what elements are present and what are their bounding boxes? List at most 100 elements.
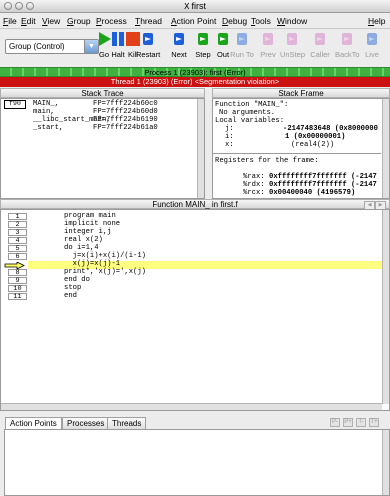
- menu-edit[interactable]: Edit: [21, 16, 36, 26]
- next-label: Next: [171, 50, 187, 59]
- next-thread-button[interactable]: T+: [369, 418, 379, 427]
- line-number-box[interactable]: 1: [8, 213, 27, 220]
- process-status-bar[interactable]: Process 1 (23903): first (Error): [0, 67, 390, 77]
- line-number-box[interactable]: 10: [8, 285, 27, 292]
- local-var-name: i:: [225, 133, 234, 141]
- stack-frames-list: MAIN_, FP=7fff224b60c0 main, FP=7fff224b60…: [31, 100, 158, 148]
- window-title: Xfirst: [0, 1, 390, 11]
- registers-label: Registers for the frame:: [215, 157, 319, 165]
- stack-frame-function: main,: [33, 108, 55, 116]
- menu-tools[interactable]: Tools: [251, 16, 271, 26]
- source-line[interactable]: j=x(i)+x(i)/(i-1): [64, 252, 146, 260]
- local-var-value[interactable]: (real4(2)): [291, 141, 334, 149]
- menu-help[interactable]: Help: [368, 16, 385, 26]
- menu-file[interactable]: File: [3, 16, 17, 26]
- prev-thread-button[interactable]: T-: [356, 418, 366, 427]
- tab-processes[interactable]: Processes: [62, 417, 110, 429]
- prev-icon: [260, 31, 276, 47]
- source-line[interactable]: stop: [64, 284, 81, 292]
- process-status-text: Process 1 (23903): first (Error): [144, 68, 246, 77]
- source-line[interactable]: print*,'x(j)=',x(j): [64, 268, 146, 276]
- no-arguments-text: No arguments.: [219, 109, 276, 117]
- line-number-box[interactable]: 9: [8, 277, 27, 284]
- prev-process-button[interactable]: P-: [330, 418, 340, 427]
- restart-button[interactable]: Restart: [136, 31, 160, 65]
- caller-icon: [312, 31, 328, 47]
- source-line[interactable]: do i=1,4: [64, 244, 99, 252]
- next-process-button[interactable]: P+: [343, 418, 353, 427]
- backto-icon: [339, 31, 355, 47]
- local-var-value[interactable]: 1 (0x00000001): [285, 133, 345, 141]
- local-var-name: x:: [225, 141, 234, 149]
- menu-process[interactable]: Process: [96, 16, 127, 26]
- stack-trace-pane: f90 MAIN_, FP=7fff224b60c0 main, FP=7fff22…: [0, 98, 205, 199]
- register-name: %rax:: [243, 173, 265, 181]
- stack-trace-scrollbar[interactable]: [197, 99, 204, 198]
- register-value[interactable]: 0xffffffff7fffffff (-2147: [269, 181, 377, 189]
- next-button[interactable]: Next: [167, 31, 191, 65]
- stack-frame-pointer: FP=7fff224b6190: [93, 116, 158, 124]
- unstep-button[interactable]: UnStep: [280, 31, 305, 65]
- menu-group[interactable]: Group: [67, 16, 91, 26]
- stack-frame-pane: Function "MAIN_": No arguments. Local va…: [212, 98, 390, 199]
- source-header: Function MAIN_ in first.f ◀ ▶: [0, 199, 390, 210]
- tab-action-points[interactable]: Action Points: [5, 417, 62, 429]
- line-number-box[interactable]: 4: [8, 237, 27, 244]
- register-value[interactable]: 0xffffffff7fffffff (-2147: [269, 173, 377, 181]
- source-line[interactable]: implicit none: [64, 220, 120, 228]
- source-line[interactable]: end: [64, 292, 77, 300]
- step-icon: [195, 31, 211, 47]
- thread-status-text: Thread 1 (23903) (Error) <Segmentation v…: [110, 77, 280, 86]
- local-var-value[interactable]: -2147483648 (0x8000000: [283, 125, 378, 133]
- run-to-button[interactable]: Run To: [230, 31, 254, 65]
- stack-frame-pointer: FP=7fff224b60d0: [93, 108, 158, 116]
- frame-divider: [213, 153, 381, 154]
- stack-frame-scrollbar[interactable]: [382, 99, 389, 198]
- source-line[interactable]: end do: [64, 276, 90, 284]
- source-line[interactable]: program main: [64, 212, 116, 220]
- tab-threads[interactable]: Threads: [107, 417, 147, 429]
- caller-button[interactable]: Caller: [308, 31, 332, 65]
- menu-bar: File Edit View Group Process Thread Acti…: [0, 13, 390, 29]
- source-line[interactable]: integer i,j: [64, 228, 111, 236]
- register-name: %rcx:: [243, 189, 265, 197]
- line-number-box[interactable]: 3: [8, 229, 27, 236]
- stack-frame-pointer: FP=7fff224b60c0: [93, 100, 158, 108]
- window-title-text: first: [191, 1, 206, 11]
- stack-frame-function: _start,: [33, 124, 64, 132]
- line-number-box[interactable]: 8: [8, 269, 27, 276]
- line-number-box[interactable]: 2: [8, 221, 27, 228]
- source-vertical-scrollbar[interactable]: [382, 210, 389, 404]
- stack-frame-title: Stack Frame: [278, 89, 324, 98]
- next-icon: [171, 31, 187, 47]
- prev-label: Prev: [260, 50, 276, 59]
- thread-status-bar[interactable]: Thread 1 (23903) (Error) <Segmentation v…: [0, 77, 390, 87]
- menu-action-point[interactable]: Action Point: [171, 16, 216, 26]
- menu-debug[interactable]: Debug: [222, 16, 247, 26]
- stack-trace-title: Stack Trace: [81, 89, 124, 98]
- live-label: Live: [365, 50, 379, 59]
- source-line[interactable]: real x(2): [64, 236, 103, 244]
- bottom-pane-scrollbar[interactable]: [382, 430, 389, 495]
- menu-view[interactable]: View: [42, 16, 60, 26]
- out-icon: [215, 31, 231, 47]
- window-title-bar: Xfirst: [0, 0, 390, 13]
- bottom-tab-pane: [4, 429, 390, 496]
- restart-icon: [140, 31, 156, 47]
- prev-button[interactable]: Prev: [256, 31, 280, 65]
- backto-button[interactable]: BackTo: [335, 31, 360, 65]
- source-horizontal-scrollbar[interactable]: [1, 403, 382, 410]
- group-select[interactable]: Group (Control) ▼: [5, 39, 99, 54]
- local-var-name: j:: [225, 125, 234, 133]
- line-number-box[interactable]: 6: [8, 253, 27, 260]
- menu-window[interactable]: Window: [277, 16, 307, 26]
- line-number-box[interactable]: 11: [8, 293, 27, 300]
- live-icon: [364, 31, 380, 47]
- source-line[interactable]: x(j)=x(j)-1: [64, 260, 120, 268]
- runto-icon: [234, 31, 250, 47]
- register-value[interactable]: 0x00400040 (4196579): [269, 189, 355, 197]
- local-variables-label: Local variables:: [215, 117, 285, 125]
- line-number-box[interactable]: 5: [8, 245, 27, 252]
- menu-thread[interactable]: Thread: [135, 16, 162, 26]
- live-button[interactable]: Live: [360, 31, 384, 65]
